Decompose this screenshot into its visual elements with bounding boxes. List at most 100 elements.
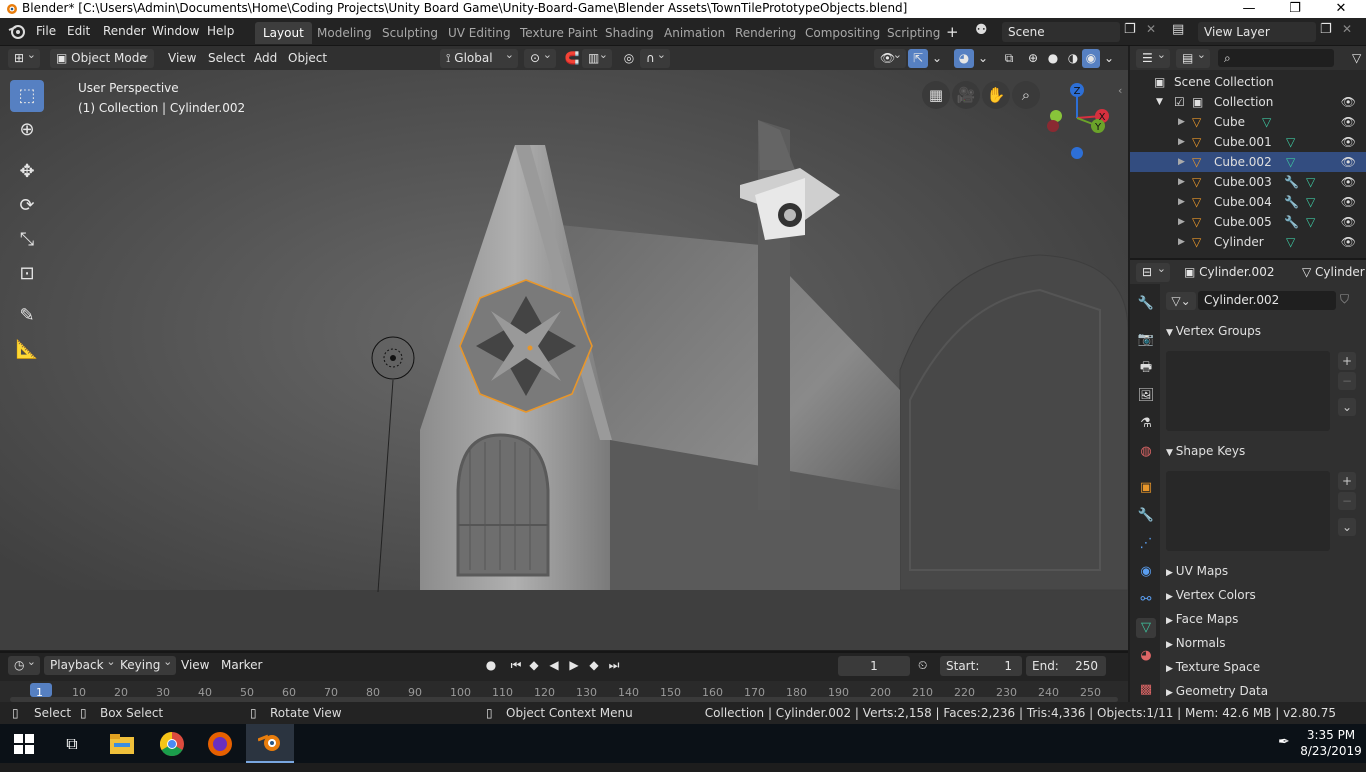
- view-layer-icon[interactable]: ▤: [1172, 22, 1184, 37]
- gizmo-toggle-icon[interactable]: ⇱: [908, 49, 928, 68]
- outliner-item-row[interactable]: ▶ ▽ Cube.003 🔧 ▽ 👁: [1130, 172, 1366, 192]
- shading-dropdown-icon[interactable]: ⌄: [1104, 49, 1114, 68]
- falloff-dropdown[interactable]: ∩: [640, 45, 670, 68]
- transform-tool-icon[interactable]: ⊡: [10, 258, 44, 290]
- output-tab-icon[interactable]: 🖶: [1136, 358, 1156, 378]
- expand-arrow-icon[interactable]: ▼: [1156, 92, 1163, 112]
- menu-add[interactable]: Add: [254, 49, 277, 68]
- start-frame-field[interactable]: Start: 1: [940, 656, 1022, 676]
- new-view-layer-icon[interactable]: ❐: [1320, 22, 1332, 37]
- keying-dropdown[interactable]: Keying: [114, 652, 177, 675]
- constraints-tab-icon[interactable]: ⚯: [1136, 590, 1156, 610]
- toggle-grid-icon[interactable]: ▦: [922, 81, 950, 109]
- next-keyframe-icon[interactable]: ◆: [586, 656, 602, 675]
- taskbar-clock[interactable]: 3:35 PM 8/23/2019: [1300, 727, 1362, 759]
- mesh-data-icon[interactable]: ▽: [1286, 232, 1295, 252]
- new-scene-icon[interactable]: ❐: [1124, 22, 1136, 37]
- expand-arrow-icon[interactable]: ▶: [1178, 112, 1185, 132]
- modifier-wrench-icon[interactable]: 🔧: [1284, 172, 1299, 192]
- orientation-dropdown[interactable]: ⟟ Global: [440, 45, 518, 68]
- pivot-dropdown[interactable]: ⊙: [524, 45, 556, 68]
- play-icon[interactable]: ▶: [566, 656, 582, 675]
- overlay-dropdown-icon[interactable]: ⌄: [978, 49, 988, 68]
- measure-tool-icon[interactable]: 📐: [10, 334, 44, 366]
- vertex-groups-list[interactable]: [1166, 351, 1330, 431]
- texture-tab-icon[interactable]: ▩: [1136, 680, 1156, 700]
- jump-start-icon[interactable]: ⏮: [508, 656, 524, 675]
- add-workspace-icon[interactable]: +: [946, 23, 959, 41]
- snap-target-dropdown[interactable]: ▥: [582, 45, 612, 68]
- select-box-tool-icon[interactable]: ⬚: [10, 80, 44, 112]
- visibility-dropdown[interactable]: 👁: [874, 45, 906, 68]
- task-view-icon[interactable]: ⧉: [48, 724, 96, 763]
- proportional-edit-icon[interactable]: ◎: [620, 49, 638, 68]
- add-shape-key-button[interactable]: +: [1338, 472, 1356, 490]
- record-icon[interactable]: ●: [482, 656, 500, 675]
- outliner-item-row[interactable]: ▶ ▽ Cube.002 ▽ 👁: [1130, 152, 1366, 172]
- rotate-tool-icon[interactable]: ⟳: [10, 190, 44, 222]
- scene-tab-icon[interactable]: ⚗: [1136, 414, 1156, 434]
- windows-start-icon[interactable]: [0, 724, 48, 763]
- mesh-data-icon[interactable]: ▽: [1306, 212, 1315, 232]
- modifier-wrench-icon[interactable]: 🔧: [1284, 212, 1299, 232]
- remove-view-layer-icon[interactable]: ✕: [1342, 22, 1352, 36]
- tab-animation[interactable]: Animation: [656, 22, 733, 44]
- timeline-menu-marker[interactable]: Marker: [221, 656, 262, 675]
- camera-view-icon[interactable]: 🎥: [952, 81, 980, 109]
- visibility-eye-icon[interactable]: 👁: [1341, 92, 1356, 112]
- mesh-data-icon[interactable]: ▽: [1306, 192, 1315, 212]
- vertex-groups-panel-header[interactable]: ▼ Vertex Groups: [1166, 320, 1356, 342]
- visibility-eye-icon[interactable]: 👁: [1341, 232, 1356, 252]
- particles-tab-icon[interactable]: ⋰: [1136, 534, 1156, 554]
- outliner-item-row[interactable]: ▶ ▽ Cylinder ▽ 👁: [1130, 232, 1366, 252]
- menu-view[interactable]: View: [168, 49, 196, 68]
- 3d-viewport[interactable]: ⬚ ⊕ ✥ ⟳ ⤡ ⊡ ✎ 📐 User Perspective (1) Col…: [0, 70, 1128, 650]
- collapsed-panel-header[interactable]: ▶ UV Maps: [1166, 560, 1356, 582]
- menu-render[interactable]: Render: [103, 24, 146, 38]
- maximize-button[interactable]: ❐: [1272, 0, 1318, 18]
- shape-keys-panel-header[interactable]: ▼ Shape Keys: [1166, 440, 1356, 462]
- collapsed-panel-header[interactable]: ▶ Geometry Data: [1166, 680, 1356, 702]
- tab-modeling[interactable]: Modeling: [309, 22, 380, 44]
- shape-keys-list[interactable]: [1166, 471, 1330, 551]
- xray-icon[interactable]: ⧉: [1000, 49, 1018, 68]
- current-frame-field[interactable]: 1: [838, 656, 910, 676]
- display-mode-dropdown[interactable]: ▤: [1176, 45, 1210, 68]
- expand-arrow-icon[interactable]: ▶: [1178, 212, 1185, 232]
- visibility-eye-icon[interactable]: 👁: [1341, 192, 1356, 212]
- physics-tab-icon[interactable]: ◉: [1136, 562, 1156, 582]
- tab-shading[interactable]: Shading: [597, 22, 662, 44]
- tab-texture-paint[interactable]: Texture Paint: [512, 22, 605, 44]
- remove-shape-key-button[interactable]: −: [1338, 492, 1356, 510]
- mesh-data-icon[interactable]: ▽: [1286, 132, 1295, 152]
- visibility-eye-icon[interactable]: 👁: [1341, 112, 1356, 132]
- blender-taskbar-icon[interactable]: [246, 724, 294, 763]
- timeline-menu-view[interactable]: View: [181, 656, 209, 675]
- mesh-browse-icon[interactable]: ▽⌄: [1166, 292, 1196, 310]
- wireframe-shading-icon[interactable]: ⊕: [1024, 49, 1042, 68]
- filter-icon[interactable]: ▽: [1352, 49, 1361, 68]
- end-frame-field[interactable]: End: 250: [1026, 656, 1106, 676]
- menu-window[interactable]: Window: [152, 24, 199, 38]
- firefox-icon[interactable]: [196, 724, 244, 763]
- menu-edit[interactable]: Edit: [67, 24, 90, 38]
- tab-uv-editing[interactable]: UV Editing: [440, 22, 519, 44]
- modifier-wrench-icon[interactable]: 🔧: [1284, 192, 1299, 212]
- scale-tool-icon[interactable]: ⤡: [10, 224, 44, 256]
- material-tab-icon[interactable]: ◕: [1136, 646, 1156, 666]
- shape-key-specials-button[interactable]: ⌄: [1338, 518, 1356, 536]
- tab-sculpting[interactable]: Sculpting: [374, 22, 446, 44]
- fake-user-shield-icon[interactable]: ⛉: [1340, 292, 1349, 307]
- properties-editor-type-dropdown[interactable]: ⊟: [1136, 259, 1170, 282]
- tool-tab-icon[interactable]: 🔧: [1136, 294, 1156, 314]
- expand-arrow-icon[interactable]: ▶: [1178, 172, 1185, 192]
- remove-vertex-group-button[interactable]: −: [1338, 372, 1356, 390]
- mesh-data-icon[interactable]: ▽: [1286, 152, 1295, 172]
- tab-scripting[interactable]: Scripting: [879, 22, 948, 44]
- remove-scene-icon[interactable]: ✕: [1146, 22, 1156, 36]
- scene-collection-row[interactable]: ▣ Scene Collection: [1130, 72, 1366, 92]
- menu-select[interactable]: Select: [208, 49, 245, 68]
- axis-gizmo[interactable]: Z X Y: [1040, 80, 1116, 166]
- outliner-item-row[interactable]: ▶ ▽ Cube.004 🔧 ▽ 👁: [1130, 192, 1366, 212]
- expand-arrow-icon[interactable]: ▶: [1178, 192, 1185, 212]
